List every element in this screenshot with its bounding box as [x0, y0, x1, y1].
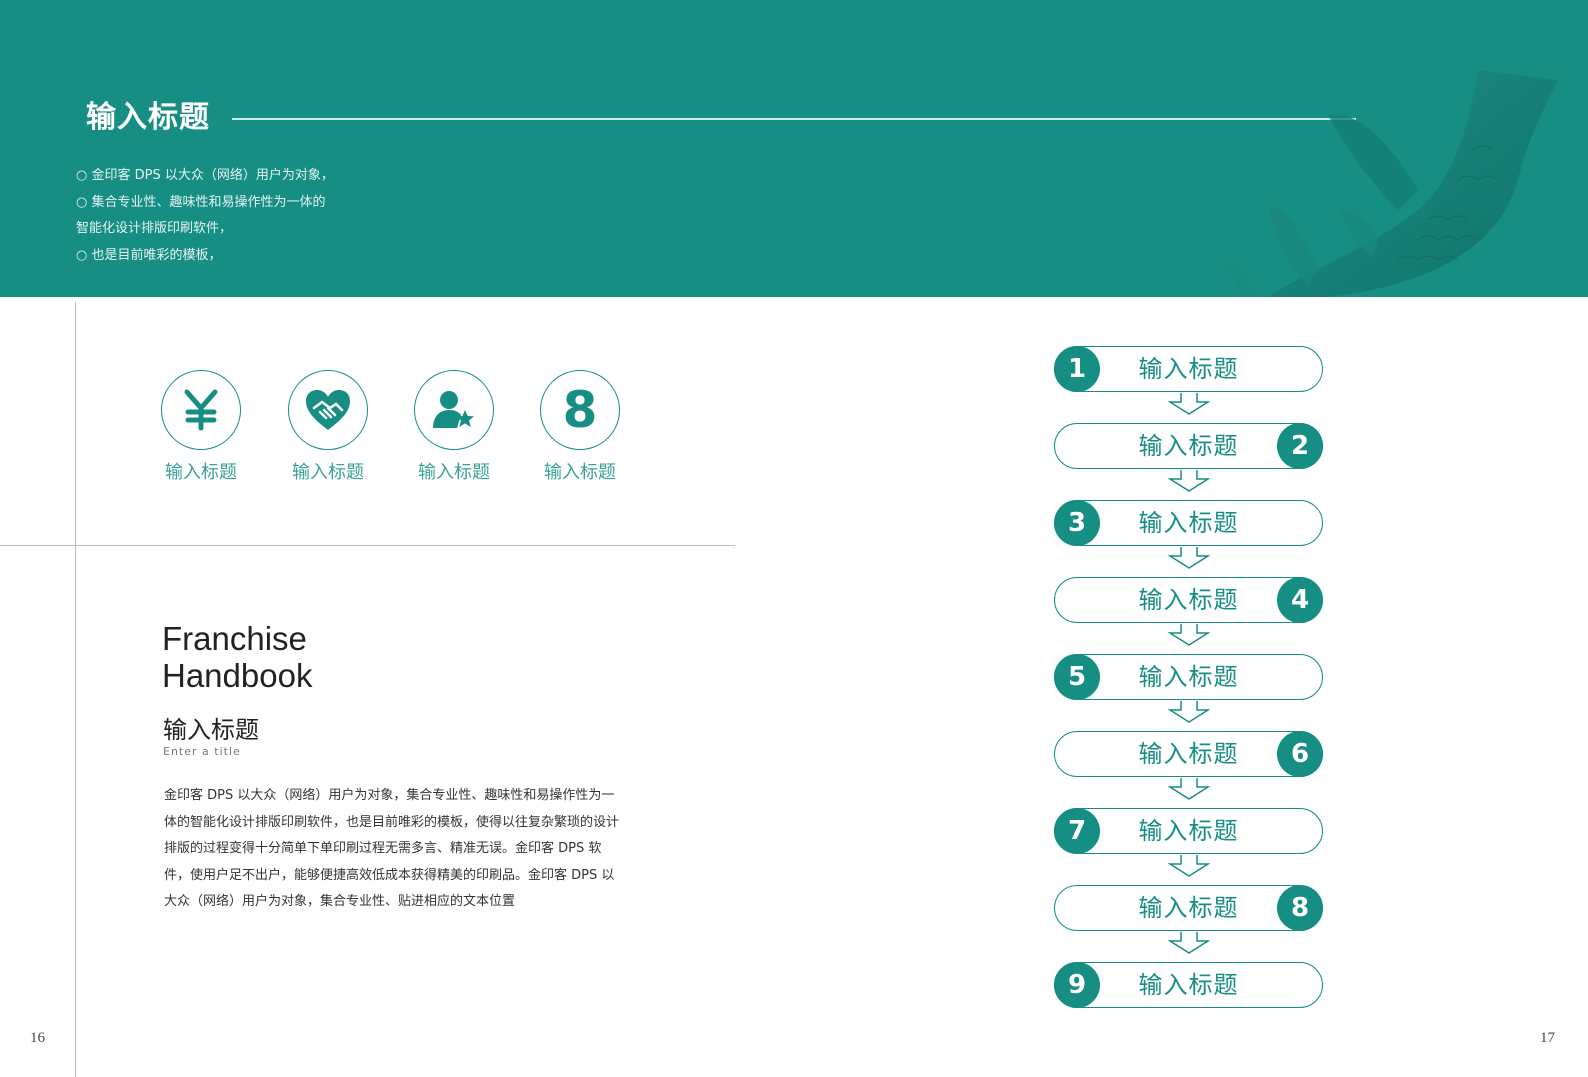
section-subtitle: 输入标题	[163, 716, 259, 744]
franchise-heading-line: Handbook	[162, 657, 313, 694]
yen-icon	[161, 370, 241, 450]
down-arrow-icon	[1168, 932, 1210, 954]
process-step-6: 输入标题 6	[1054, 731, 1323, 777]
horizontal-divider	[0, 545, 735, 546]
header-bullet: ○ 金印客 DPS 以大众（网络）用户为对象，	[76, 168, 334, 183]
feature-item-2: 输入标题	[286, 370, 370, 484]
page-number-right: 17	[1540, 1030, 1555, 1046]
process-step-5: 输入标题 5	[1054, 654, 1323, 700]
step-number-badge: 5	[1054, 654, 1100, 700]
feature-item-1: 输入标题	[159, 370, 243, 484]
handshake-heart-icon	[288, 370, 368, 450]
header-title: 输入标题	[86, 100, 210, 135]
step-number-badge: 3	[1054, 500, 1100, 546]
page-number-left: 16	[30, 1030, 45, 1046]
header-bullet-list: ○ 金印客 DPS 以大众（网络）用户为对象， ○ 集合专业性、趣味性和易操作性…	[76, 163, 334, 269]
header-bullet: ○ 也是目前唯彩的模板，	[76, 247, 222, 263]
process-step-3: 输入标题 3	[1054, 500, 1323, 546]
step-number-badge: 4	[1277, 577, 1323, 623]
franchise-heading-line: Franchise	[162, 620, 307, 657]
down-arrow-icon	[1168, 624, 1210, 646]
step-number-badge: 8	[1277, 885, 1323, 931]
process-step-8: 输入标题 8	[1054, 885, 1323, 931]
step-number-badge: 6	[1277, 731, 1323, 777]
header-bullet: 智能化设计排版印刷软件，	[76, 221, 233, 236]
process-step-7: 输入标题 7	[1054, 808, 1323, 854]
step-number-badge: 9	[1054, 962, 1100, 1008]
user-star-icon	[414, 370, 494, 450]
down-arrow-icon	[1168, 778, 1210, 800]
feature-label: 输入标题	[292, 462, 364, 483]
process-step-1: 输入标题 1	[1054, 346, 1323, 392]
process-step-2: 输入标题 2	[1054, 423, 1323, 469]
vertical-divider	[75, 302, 76, 1077]
header-rule	[232, 118, 1356, 120]
down-arrow-icon	[1168, 393, 1210, 415]
step-number-badge: 7	[1054, 808, 1100, 854]
down-arrow-icon	[1168, 547, 1210, 569]
body-paragraph: 金印客 DPS 以大众（网络）用户为对象，集合专业性、趣味性和易操作性为一体的智…	[164, 788, 620, 909]
header-bullet: ○ 集合专业性、趣味性和易操作性为一体的	[76, 194, 326, 210]
feature-label: 输入标题	[165, 462, 237, 483]
down-arrow-icon	[1168, 855, 1210, 877]
feature-label: 输入标题	[418, 462, 490, 483]
feature-item-3: 输入标题	[412, 370, 496, 484]
step-number-badge: 1	[1054, 346, 1100, 392]
koi-fish-image	[1228, 70, 1558, 297]
section-subtitle-en: Enter a title	[163, 745, 241, 758]
process-step-4: 输入标题 4	[1054, 577, 1323, 623]
down-arrow-icon	[1168, 701, 1210, 723]
feature-item-4: 8 输入标题	[538, 370, 622, 484]
down-arrow-icon	[1168, 470, 1210, 492]
franchise-heading: Franchise Handbook	[162, 620, 312, 694]
header-banner: 输入标题 ○ 金印客 DPS 以大众（网络）用户为对象， ○ 集合专业性、趣味性…	[0, 0, 1588, 297]
feature-label: 输入标题	[544, 462, 616, 483]
process-step-9: 输入标题 9	[1054, 962, 1323, 1008]
number-eight-icon: 8	[540, 370, 620, 450]
number-eight-glyph: 8	[562, 381, 598, 439]
step-number-badge: 2	[1277, 423, 1323, 469]
